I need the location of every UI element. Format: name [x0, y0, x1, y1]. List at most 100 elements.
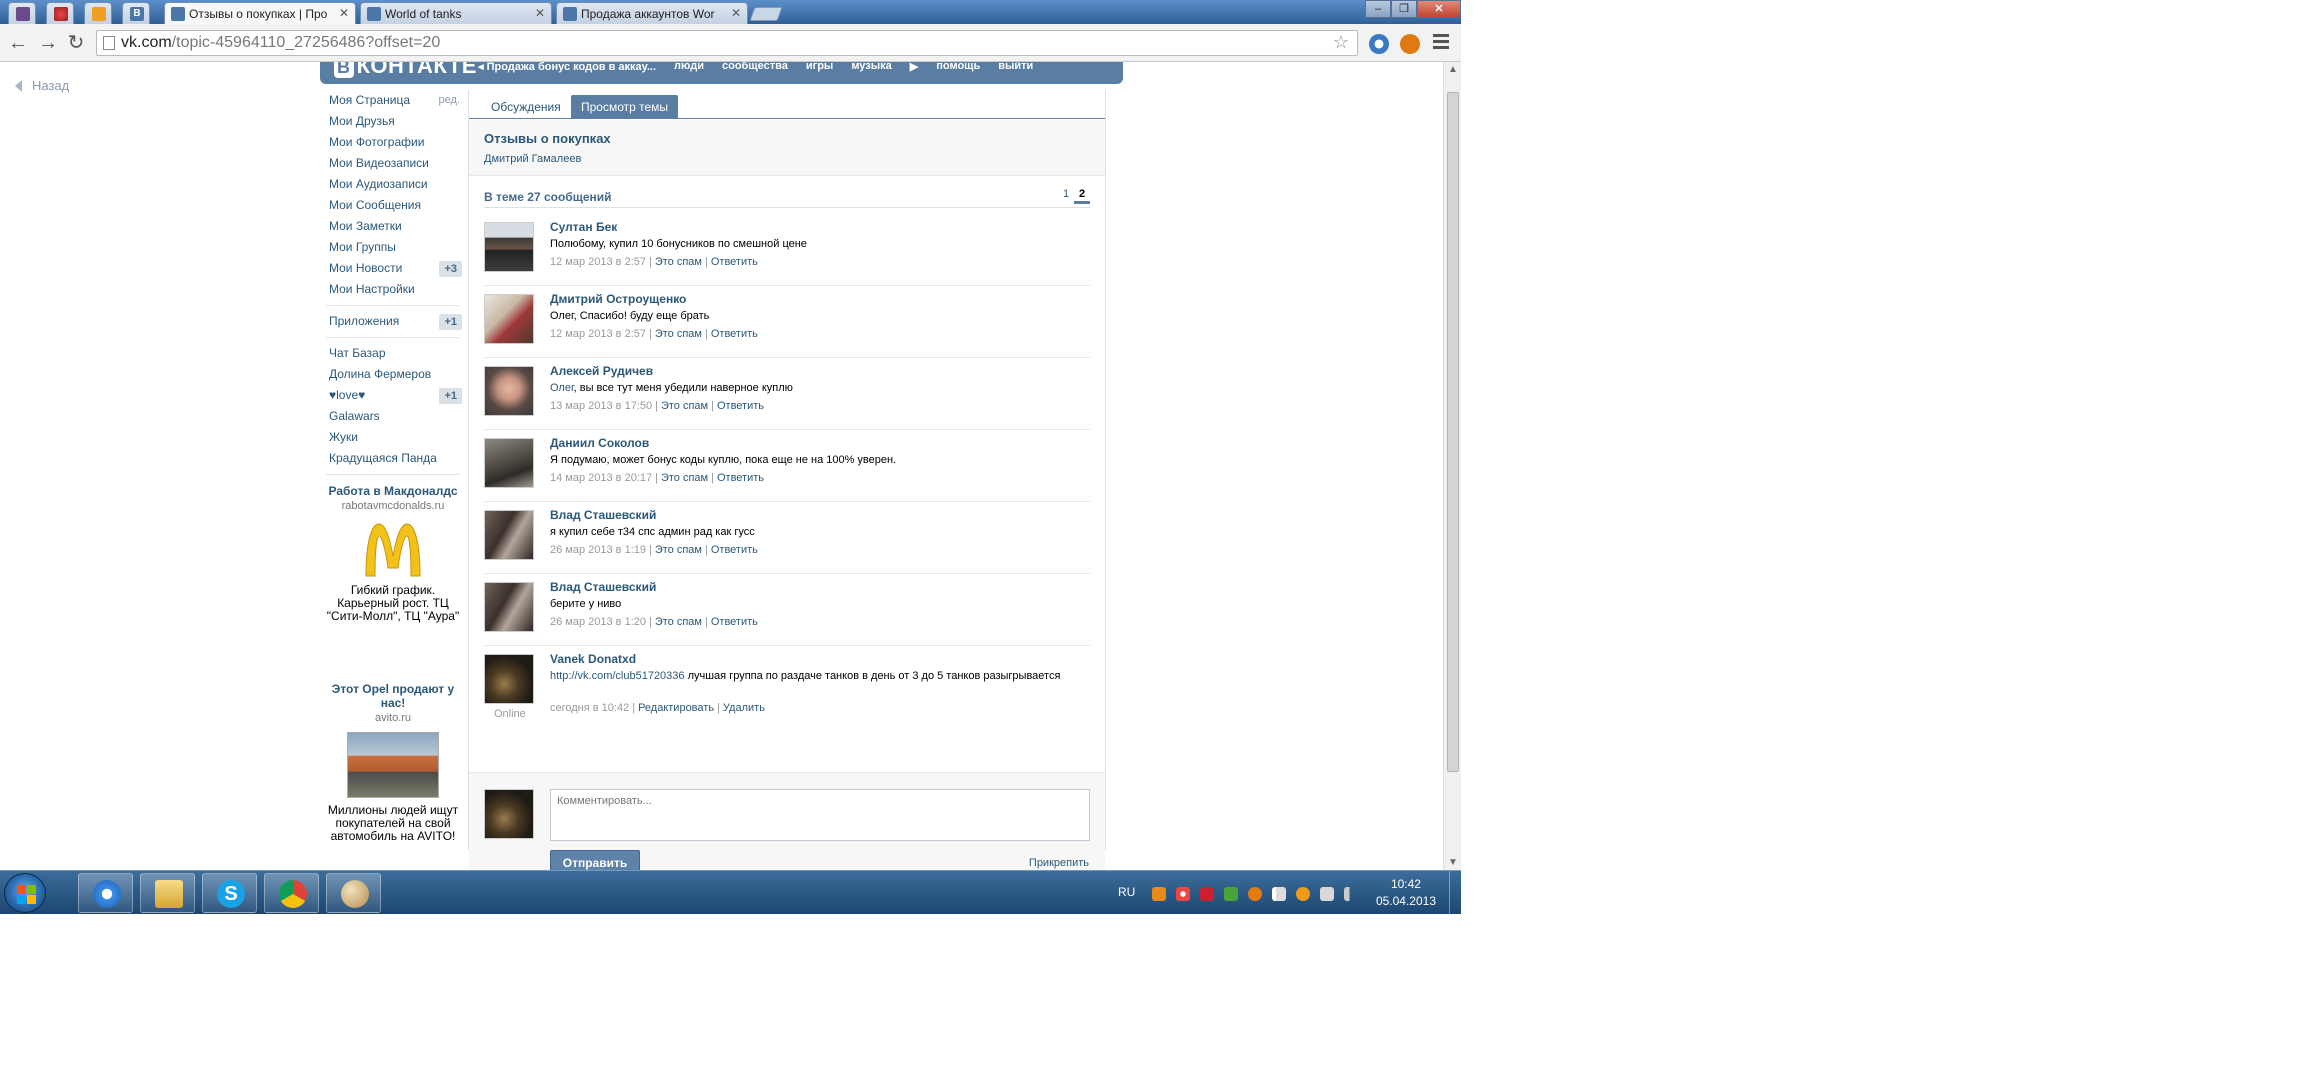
minimize-icon[interactable]: – — [1365, 0, 1391, 18]
tray-app-icon[interactable] — [1248, 887, 1262, 901]
avatar[interactable] — [484, 582, 534, 632]
app-menu-item[interactable]: Долина Фермеров — [322, 364, 464, 385]
nav-people[interactable]: люди — [674, 62, 704, 73]
spam-link[interactable]: Это спам — [661, 400, 708, 412]
left-menu-item[interactable]: Мои Заметки — [322, 216, 464, 237]
post-date[interactable]: 12 мар 2013 в 2:57 — [550, 328, 646, 340]
nav-logout[interactable]: выйти — [998, 62, 1033, 73]
forward-arrow-icon[interactable]: → — [38, 33, 58, 53]
avatar[interactable] — [484, 438, 534, 488]
car-image[interactable] — [347, 732, 439, 798]
tab-world-of-tanks[interactable]: World of tanks ✕ — [360, 2, 552, 24]
post-date[interactable]: 26 мар 2013 в 1:19 — [550, 544, 646, 556]
scrollbar-thumb[interactable] — [1447, 92, 1459, 772]
post-author[interactable]: Дмитрий Остроущенко — [550, 292, 686, 306]
close-tab-icon[interactable]: ✕ — [339, 6, 349, 20]
edit-link[interactable]: ред. — [439, 90, 460, 111]
nav-games[interactable]: игры — [806, 62, 833, 73]
left-menu-item[interactable]: Мои Настройки — [322, 279, 464, 300]
ad-title[interactable]: Работа в Макдоналдс — [322, 484, 464, 498]
pinned-tab-4[interactable]: B — [122, 2, 150, 24]
left-menu-item[interactable]: Мои Новости +3 — [322, 258, 464, 279]
post-date[interactable]: 14 мар 2013 в 20:17 — [550, 472, 652, 484]
app-menu-item[interactable]: Крадущаяся Панда — [322, 448, 464, 469]
post-link[interactable]: http://vk.com/club51720336 — [550, 670, 685, 682]
post-author[interactable]: Влад Сташевский — [550, 508, 656, 522]
tab-reviews[interactable]: Отзывы о покупках | Про ✕ — [164, 2, 356, 25]
app-menu-item[interactable]: Galawars — [322, 406, 464, 427]
scroll-down-icon[interactable]: ▼ — [1448, 857, 1458, 868]
avatar[interactable] — [484, 789, 534, 839]
left-menu-item[interactable]: Мои Друзья — [322, 111, 464, 132]
taskbar-paint[interactable] — [326, 873, 381, 913]
close-tab-icon[interactable]: ✕ — [731, 6, 741, 20]
left-menu-item[interactable]: Моя Страница ред. — [322, 90, 464, 111]
post-author[interactable]: Султан Бек — [550, 220, 617, 234]
left-menu-item[interactable]: Мои Аудиозаписи — [322, 174, 464, 195]
tray-app-icon[interactable] — [1224, 887, 1238, 901]
spam-link[interactable]: Это спам — [655, 256, 702, 268]
post-date[interactable]: 26 мар 2013 в 1:20 — [550, 616, 646, 628]
pinned-tab-2[interactable] — [46, 2, 74, 24]
app-menu-item[interactable]: Чат Базар — [322, 343, 464, 364]
post-author[interactable]: Влад Сташевский — [550, 580, 656, 594]
mention-link[interactable]: Олег — [550, 382, 574, 394]
bookmark-star-icon[interactable]: ☆ — [1333, 32, 1349, 53]
send-button[interactable]: Отправить — [550, 850, 640, 870]
avatar[interactable] — [484, 510, 534, 560]
left-menu-item[interactable]: Приложения +1 — [322, 311, 464, 332]
page-link[interactable]: 1 — [1058, 188, 1074, 200]
network-icon[interactable] — [1320, 887, 1334, 901]
app-menu-item[interactable]: ♥love♥ +1 — [322, 385, 464, 406]
attach-link[interactable]: Прикрепить — [1029, 857, 1089, 869]
taskbar-ie[interactable] — [78, 873, 133, 913]
tab-view-topic[interactable]: Просмотр темы — [571, 95, 679, 119]
menu-icon[interactable] — [1433, 34, 1449, 50]
tray-app-icon[interactable] — [1200, 887, 1214, 901]
pinned-tab-1[interactable] — [8, 2, 36, 24]
left-menu-item[interactable]: Мои Группы — [322, 237, 464, 258]
nav-help[interactable]: помощь — [936, 62, 980, 73]
vertical-scrollbar[interactable]: ▲ ▼ — [1443, 62, 1461, 870]
vk-logo[interactable]: В КОНТАКТЕ — [334, 62, 477, 79]
clock[interactable]: 10:42 05.04.2013 — [1376, 876, 1436, 910]
avatar[interactable] — [484, 222, 534, 272]
back-link[interactable]: Назад — [15, 78, 69, 93]
comment-input[interactable]: Комментировать... — [550, 789, 1090, 841]
volume-icon[interactable] — [1344, 887, 1358, 901]
post-author[interactable]: Vanek Donatxd — [550, 652, 636, 666]
topic-author[interactable]: Дмитрий Гамалеев — [484, 153, 581, 165]
taskbar-chrome[interactable] — [264, 873, 319, 913]
tab-account-sale[interactable]: Продажа аккаунтов Wor ✕ — [556, 2, 748, 24]
reply-link[interactable]: Ответить — [711, 544, 758, 556]
nav-music[interactable]: музыка — [851, 62, 891, 73]
reply-link[interactable]: Ответить — [717, 400, 764, 412]
post-date[interactable]: сегодня в 10:42 — [550, 702, 629, 714]
taskbar-skype[interactable]: S — [202, 873, 257, 913]
tray-app-icon[interactable] — [1176, 887, 1190, 901]
start-button[interactable] — [4, 873, 46, 913]
maximize-icon[interactable]: ❐ — [1391, 0, 1417, 18]
reply-link[interactable]: Ответить — [717, 472, 764, 484]
post-author[interactable]: Даниил Соколов — [550, 436, 649, 450]
spam-link[interactable]: Это спам — [655, 544, 702, 556]
spam-link[interactable]: Это спам — [661, 472, 708, 484]
close-window-icon[interactable]: ✕ — [1417, 0, 1461, 18]
ad-mcdonalds[interactable]: Работа в Макдоналдс rabotavmcdonalds.ru … — [322, 484, 464, 623]
scroll-up-icon[interactable]: ▲ — [1448, 64, 1458, 75]
app-menu-item[interactable]: Жуки — [322, 427, 464, 448]
left-menu-item[interactable]: Мои Фотографии — [322, 132, 464, 153]
edit-link[interactable]: Редактировать — [638, 702, 714, 714]
mcdonalds-logo-icon[interactable] — [362, 520, 424, 578]
post-author[interactable]: Алексей Рудичев — [550, 364, 653, 378]
nav-communities[interactable]: сообщества — [722, 62, 788, 73]
language-indicator[interactable]: RU — [1118, 885, 1135, 899]
reply-link[interactable]: Ответить — [711, 616, 758, 628]
avatar[interactable] — [484, 366, 534, 416]
new-tab-button[interactable] — [749, 7, 783, 21]
address-bar[interactable]: vk.com/topic-45964110_27256486?offset=20… — [96, 30, 1358, 56]
left-menu-item[interactable]: Мои Видеозаписи — [322, 153, 464, 174]
left-menu-item[interactable]: Мои Сообщения — [322, 195, 464, 216]
post-date[interactable]: 13 мар 2013 в 17:50 — [550, 400, 652, 412]
extension-icon[interactable] — [1369, 34, 1389, 54]
